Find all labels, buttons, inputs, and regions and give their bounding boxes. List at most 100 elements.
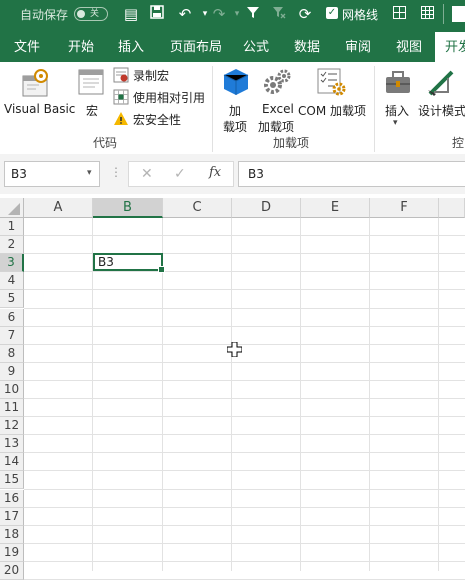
borders-icon[interactable]: [390, 5, 408, 23]
formula-bar-handle-icon[interactable]: ⋮: [110, 165, 122, 179]
relative-reference-label: 使用相对引用: [133, 91, 206, 105]
addins-label-line1: 加: [229, 104, 242, 118]
tab-developer[interactable]: 开发: [435, 32, 465, 62]
formula-input[interactable]: B3: [238, 161, 465, 187]
row-header-17[interactable]: 17: [0, 508, 24, 526]
worksheet-grid[interactable]: ABCDEF 1 2 3 4 5 6 7 8 9 10 11 12 13 14 15 16 17 18 19 20 B…: [0, 194, 465, 580]
row-header-7[interactable]: 7: [0, 327, 24, 345]
column-header-a[interactable]: A: [24, 198, 93, 218]
cancel-icon[interactable]: ✕: [141, 166, 153, 182]
row-header-1[interactable]: 1: [0, 218, 24, 236]
group-separator: [374, 66, 375, 152]
row-header-2[interactable]: 2: [0, 236, 24, 254]
tab-view[interactable]: 视图: [396, 36, 422, 55]
column-header-d[interactable]: D: [232, 198, 301, 218]
row-header-16[interactable]: 16: [0, 490, 24, 508]
grid-row-line: [24, 525, 465, 526]
row-header-11[interactable]: 11: [0, 399, 24, 417]
chevron-down-icon[interactable]: ▾: [87, 168, 92, 178]
fill-handle[interactable]: [158, 266, 165, 273]
row-header-9[interactable]: 9: [0, 363, 24, 381]
row-header-3[interactable]: 3: [0, 254, 24, 272]
insert-function-icon[interactable]: fx: [209, 165, 221, 180]
insert-controls-label: 插入: [385, 104, 410, 118]
design-mode-button[interactable]: 设计模式: [418, 66, 465, 126]
visual-basic-button[interactable]: Visual Basic: [4, 66, 75, 126]
com-addins-label: COM 加载项: [298, 104, 366, 118]
row-header-19[interactable]: 19: [0, 544, 24, 562]
tab-formulas[interactable]: 公式: [243, 36, 269, 55]
column-header-f[interactable]: F: [370, 198, 439, 218]
tab-data[interactable]: 数据: [294, 36, 320, 55]
formula-bar: B3 ▾ ⋮ ✕ ✓ fx B3: [0, 154, 465, 194]
grid-row-line: [24, 507, 465, 508]
row-header-20[interactable]: 20: [0, 562, 24, 580]
com-addins-icon: [316, 68, 346, 100]
row-header-12[interactable]: 12: [0, 417, 24, 435]
addins-button[interactable]: 加 载项: [220, 66, 252, 134]
filter-icon[interactable]: [244, 5, 262, 23]
row-header-10[interactable]: 10: [0, 381, 24, 399]
row-header-14[interactable]: 14: [0, 453, 24, 471]
column-header-partial[interactable]: [439, 198, 465, 218]
undo-icon[interactable]: ↶: [176, 5, 194, 23]
window-control-icon[interactable]: [452, 6, 465, 22]
grid-row-line: [24, 271, 465, 272]
macro-security-label: 宏安全性: [133, 113, 182, 127]
excel-addins-button[interactable]: Excel 加载项: [256, 66, 296, 134]
tab-review[interactable]: 审阅: [345, 36, 371, 55]
group-separator: [212, 66, 213, 152]
column-header-e[interactable]: E: [301, 198, 370, 218]
tab-page-layout[interactable]: 页面布局: [170, 36, 222, 55]
visual-basic-label: Visual Basic: [4, 102, 76, 116]
macros-icon: [78, 68, 106, 100]
tab-file[interactable]: 文件: [14, 36, 40, 55]
grid-row-line: [24, 380, 465, 381]
row-header-6[interactable]: 6: [0, 309, 24, 327]
row-header-4[interactable]: 4: [0, 272, 24, 290]
refresh-all-icon[interactable]: ⟳: [296, 5, 314, 23]
row-header-18[interactable]: 18: [0, 526, 24, 544]
spreadsheet-icon[interactable]: ▤: [122, 5, 140, 23]
name-box[interactable]: B3 ▾: [4, 161, 100, 187]
row-header-13[interactable]: 13: [0, 435, 24, 453]
autosave-toggle[interactable]: 关: [74, 7, 108, 21]
grid-row-line: [24, 489, 465, 490]
chevron-down-icon: ▾: [393, 118, 398, 128]
row-header-5[interactable]: 5: [0, 290, 24, 308]
group-addins-label: 加载项: [273, 136, 310, 150]
title-separator: [443, 4, 444, 24]
tab-insert[interactable]: 插入: [118, 36, 144, 55]
cell-cursor-icon: [226, 341, 243, 361]
autosave-label: 自动保存: [20, 8, 69, 22]
grid-row-line: [24, 434, 465, 435]
formula-content: B3: [248, 167, 264, 181]
grid-row-line: [24, 326, 465, 327]
grid-row-line: [24, 253, 465, 254]
redo-icon[interactable]: ↷: [210, 5, 228, 23]
row-header-8[interactable]: 8: [0, 345, 24, 363]
design-mode-label: 设计模式: [418, 104, 465, 118]
autosave-state: 关: [90, 9, 100, 19]
gridlines-checkbox[interactable]: ✓: [326, 7, 338, 19]
grid-row-line: [24, 452, 465, 453]
select-all-button[interactable]: [0, 198, 24, 218]
enter-check-icon[interactable]: ✓: [174, 166, 186, 182]
com-addins-button[interactable]: COM 加载项: [298, 66, 368, 126]
visual-basic-icon: [21, 68, 53, 102]
insert-controls-button[interactable]: 插入 ▾: [382, 66, 414, 130]
save-icon[interactable]: [148, 5, 166, 23]
macros-button[interactable]: 宏: [76, 66, 106, 126]
column-header-c[interactable]: C: [163, 198, 232, 218]
row-header-15[interactable]: 15: [0, 471, 24, 489]
addins-label-line2: 载项: [223, 120, 248, 134]
group-controls-label: 控: [452, 136, 465, 150]
name-box-value: B3: [11, 167, 27, 181]
column-header-b[interactable]: B: [93, 198, 163, 218]
tab-home[interactable]: 开始: [68, 36, 94, 55]
excel-addins-label-line1: Excel: [262, 102, 294, 116]
gear-icon: [262, 68, 292, 100]
clear-filter-icon[interactable]: [270, 5, 288, 23]
selected-cell-b3[interactable]: B3: [93, 253, 165, 273]
grid-view-icon[interactable]: [418, 5, 436, 23]
